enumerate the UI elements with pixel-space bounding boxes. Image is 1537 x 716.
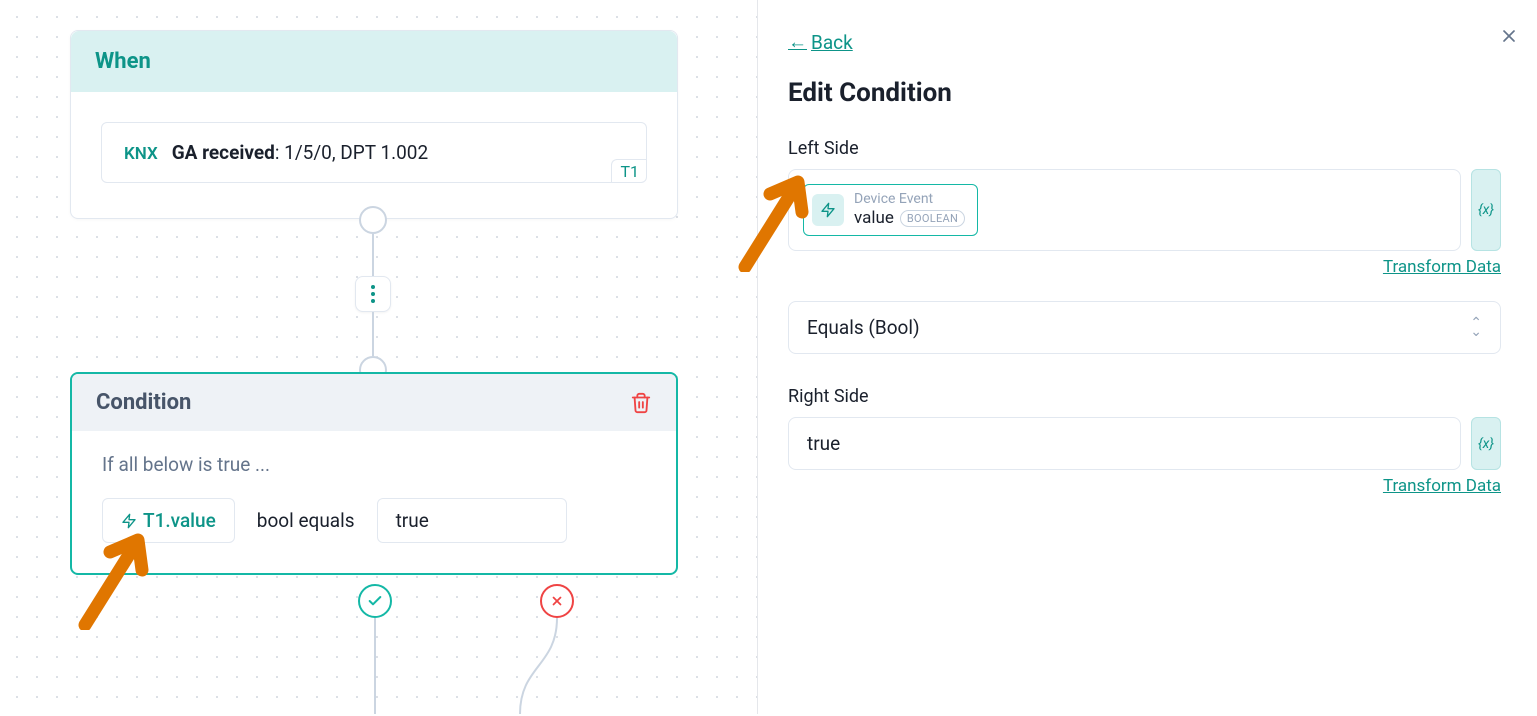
connector-node-top: [359, 206, 387, 234]
operator-select[interactable]: Equals (Bool) ⌃⌄: [788, 301, 1501, 354]
edit-panel: ← Back Edit Condition Left Side Device E…: [757, 0, 1537, 714]
trash-icon: [630, 392, 652, 414]
right-operand-chip[interactable]: true: [377, 498, 567, 543]
back-link[interactable]: ← Back: [788, 30, 853, 54]
left-transform-link[interactable]: Transform Data: [788, 257, 1501, 277]
connector-line-2: [372, 312, 374, 356]
right-side-value: true: [807, 432, 840, 455]
device-event-token[interactable]: Device Event value BOOLEAN: [803, 184, 978, 235]
left-side-label: Left Side: [788, 138, 1501, 159]
when-card[interactable]: When KNX GA received: 1/5/0, DPT 1.002 T…: [70, 30, 678, 219]
operator-value: Equals (Bool): [807, 316, 920, 339]
condition-body: If all below is true ... T1.value bool e…: [72, 431, 676, 573]
left-side-row: Device Event value BOOLEAN {x}: [788, 169, 1501, 251]
variable-icon: {x}: [1478, 202, 1494, 218]
right-side-row: true {x}: [788, 417, 1501, 470]
trigger-label-rest: : 1/5/0, DPT 1.002: [275, 141, 428, 164]
left-operand-text: T1.value: [143, 509, 216, 532]
token-text: Device Event value BOOLEAN: [854, 191, 965, 228]
arrow-left-icon: ←: [788, 30, 807, 54]
connector-line-1: [372, 234, 374, 276]
bolt-icon: [820, 202, 836, 218]
trigger-label-bold: GA received: [172, 141, 275, 164]
token-kind: Device Event: [854, 191, 965, 208]
false-branch-curve: [470, 616, 580, 716]
close-icon: [1499, 26, 1519, 46]
right-side-input[interactable]: true: [788, 417, 1461, 470]
x-icon: [550, 594, 564, 608]
right-side-label: Right Side: [788, 386, 1501, 407]
token-value: value: [854, 208, 894, 228]
trigger-tag: T1: [611, 159, 647, 183]
right-transform-link[interactable]: Transform Data: [788, 476, 1501, 496]
true-branch-line: [374, 618, 376, 714]
check-icon: [367, 593, 383, 609]
left-variable-button[interactable]: {x}: [1471, 169, 1501, 251]
variable-icon: {x}: [1478, 436, 1494, 452]
close-button[interactable]: [1499, 26, 1519, 46]
more-options-button[interactable]: [355, 276, 391, 312]
left-side-field[interactable]: Device Event value BOOLEAN: [788, 169, 1461, 251]
chevron-sort-icon: ⌃⌄: [1470, 319, 1482, 336]
when-body: KNX GA received: 1/5/0, DPT 1.002 T1: [71, 92, 677, 218]
condition-header: Condition: [72, 374, 676, 431]
left-operand-chip[interactable]: T1.value: [102, 498, 235, 543]
condition-row: T1.value bool equals true: [102, 498, 646, 543]
operator-text: bool equals: [257, 509, 355, 532]
right-operand-text: true: [396, 509, 429, 532]
right-variable-button[interactable]: {x}: [1471, 417, 1501, 470]
condition-card[interactable]: Condition If all below is true ... T1.va…: [70, 372, 678, 575]
token-icon-box: [812, 194, 844, 226]
condition-description: If all below is true ...: [102, 453, 646, 476]
token-type-badge: BOOLEAN: [900, 210, 965, 227]
panel-title: Edit Condition: [788, 78, 1501, 108]
trigger-source: KNX: [124, 144, 158, 164]
trigger-box[interactable]: KNX GA received: 1/5/0, DPT 1.002 T1: [101, 122, 647, 183]
when-title: When: [95, 49, 151, 74]
flow-canvas[interactable]: When KNX GA received: 1/5/0, DPT 1.002 T…: [0, 0, 757, 714]
false-branch[interactable]: [540, 584, 574, 618]
true-branch[interactable]: [358, 584, 392, 618]
trigger-text: GA received: 1/5/0, DPT 1.002: [172, 141, 428, 164]
condition-title: Condition: [96, 390, 191, 415]
bolt-icon: [121, 513, 137, 529]
back-label: Back: [811, 31, 853, 54]
when-header: When: [71, 31, 677, 92]
delete-button[interactable]: [630, 392, 652, 414]
